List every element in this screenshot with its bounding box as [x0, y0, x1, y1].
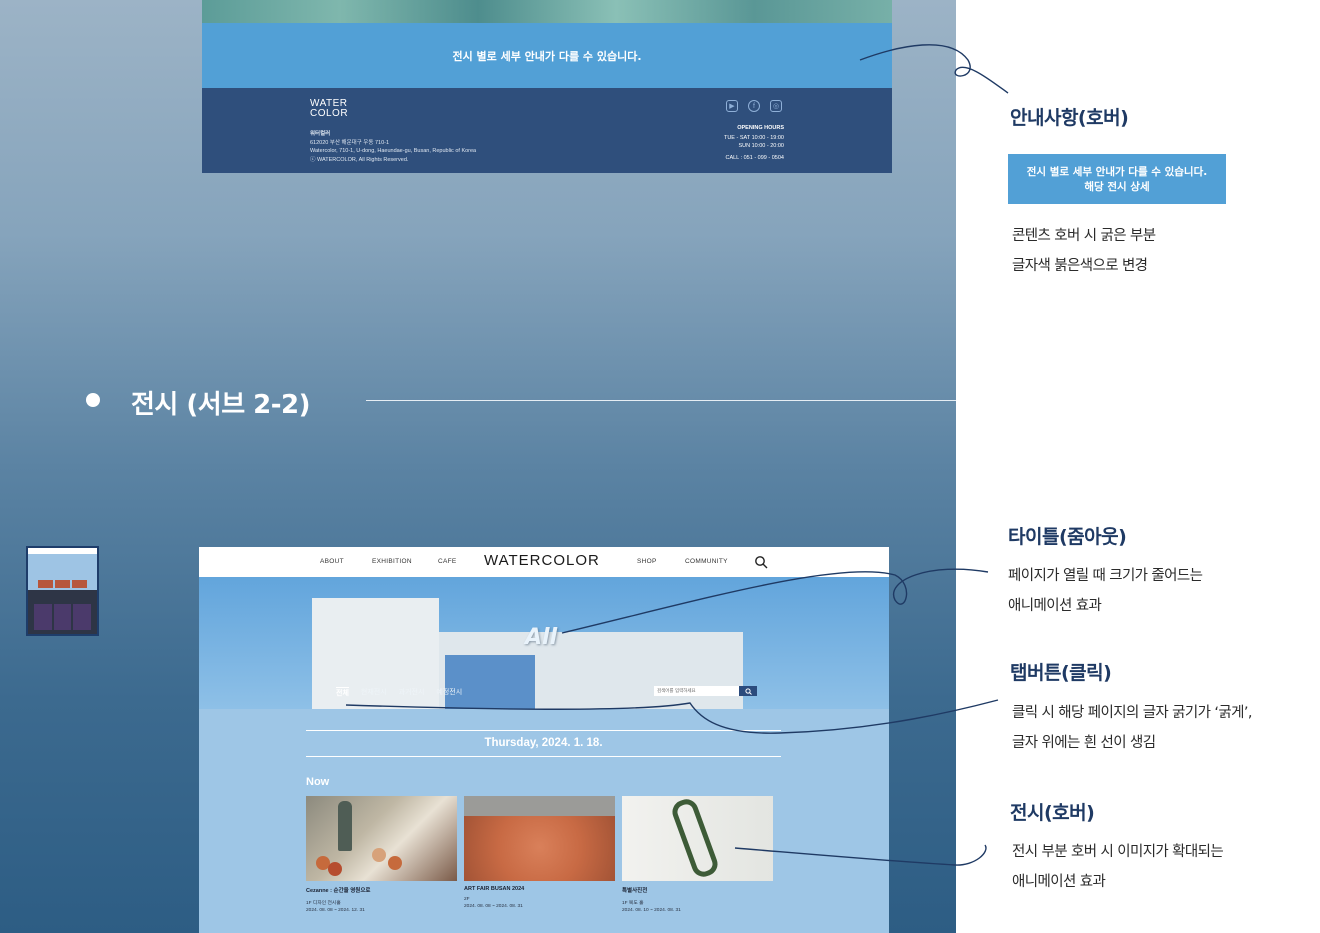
- exhibition-card-location: 2F: [464, 897, 470, 902]
- nav-exhibition[interactable]: EXHIBITION: [372, 558, 412, 565]
- annotation-tab-click-title: 탭버튼(클릭): [1010, 662, 1112, 684]
- footer-logo-line2: COLOR: [310, 108, 349, 119]
- site-nav: ABOUT EXHIBITION CAFE WATERCOLOR SHOP CO…: [199, 547, 889, 577]
- annotation-title-zoom-desc: 페이지가 열릴 때 크기가 줄어드는 애니메이션 효과: [1008, 561, 1203, 621]
- exhibition-card-title: ART FAIR BUSAN 2024: [464, 886, 525, 892]
- search-icon[interactable]: [754, 555, 768, 569]
- notice-hover-demo: 전시 별로 세부 안내가 다를 수 있습니다. 해당 전시 상세: [1008, 154, 1226, 204]
- exhibition-card-image[interactable]: [622, 796, 773, 881]
- exhibition-tabs: 전체 현재전시 과거전시 예정전시: [336, 687, 462, 698]
- annotation-notice-hover-title: 안내사항(호버): [1010, 107, 1129, 129]
- nav-cafe[interactable]: CAFE: [438, 558, 457, 565]
- tab-all[interactable]: 전체: [336, 687, 349, 698]
- notice-hover-desc-line1: 콘텐츠 호버 시 굵은 부분: [1012, 228, 1156, 244]
- hours-weekday: TUE - SAT 10:00 - 19:00: [723, 135, 784, 141]
- footer-call: CALL : 051 - 099 - 0504: [725, 155, 784, 161]
- notice-hover-desc-line2: 글자색 붉은색으로 변경: [1012, 258, 1148, 274]
- now-label: Now: [306, 776, 330, 788]
- nav-community[interactable]: COMMUNITY: [685, 558, 728, 565]
- exhibition-card-dates: 2024. 08. 08 ~ 2024. 08. 31: [464, 904, 523, 909]
- hero-banner: All 전체 현재전시 과거전시 예정전시 검색어를 입력하세요: [199, 577, 889, 709]
- exhibition-card-location: 1F 복도 홀: [622, 901, 644, 906]
- footer-brand-name: 워터컬러: [310, 131, 331, 137]
- hero-title: All: [525, 625, 558, 650]
- exhibition-card-location: 1F 디자인 전시홀: [306, 901, 341, 906]
- nav-shop[interactable]: SHOP: [637, 558, 657, 565]
- right-annotation-panel: [956, 0, 1320, 933]
- annotation-exhibit-hover-title: 전시(호버): [1010, 802, 1095, 824]
- tab-upcoming[interactable]: 예정전시: [436, 687, 462, 698]
- exhibition-card-title: Cezanne : 순간을 영원으로: [306, 888, 371, 894]
- exhibition-search-button[interactable]: [739, 686, 757, 696]
- footer-address-kr: 612020 부산 해운대구 우동 710-1: [310, 139, 390, 146]
- exhibition-card[interactable]: 특별사진전 1F 복도 홀 2024. 08. 10 ~ 2024. 08. 3…: [622, 796, 773, 913]
- title-zoom-desc-line2: 애니메이션 효과: [1008, 598, 1102, 614]
- notice-bar[interactable]: 전시 별로 세부 안내가 다를 수 있습니다.: [202, 23, 892, 88]
- section-divider: [366, 400, 956, 401]
- exhibit-hover-desc-line1: 전시 부분 호버 시 이미지가 확대되는: [1012, 844, 1224, 860]
- notice-text: 전시 별로 세부 안내가 다를 수 있습니다.: [452, 49, 642, 63]
- site-logo[interactable]: WATERCOLOR: [484, 552, 600, 569]
- exhibit-hover-desc-line2: 애니메이션 효과: [1012, 874, 1106, 890]
- site-footer: WATER COLOR 워터컬러 612020 부산 해운대구 우동 710-1…: [202, 88, 892, 173]
- exhibition-page-mockup: ABOUT EXHIBITION CAFE WATERCOLOR SHOP CO…: [199, 547, 889, 933]
- footer-address-en: Watercolor, 710-1, U-dong, Haeundae-gu, …: [310, 148, 477, 154]
- youtube-icon[interactable]: ▶: [726, 100, 738, 112]
- page-thumbnail[interactable]: [26, 546, 99, 636]
- footer-hours: OPENING HOURS TUE - SAT 10:00 - 19:00 SU…: [724, 124, 784, 162]
- title-zoom-desc-line1: 페이지가 열릴 때 크기가 줄어드는: [1008, 568, 1203, 584]
- section-bullet: [86, 393, 100, 407]
- hero-wall-shadow: [445, 655, 535, 709]
- exhibition-card-dates: 2024. 08. 10 ~ 2024. 08. 31: [622, 908, 681, 913]
- exhibition-card-image[interactable]: [306, 796, 457, 881]
- hover-demo-line2: 해당 전시 상세: [1084, 181, 1150, 193]
- annotation-title-zoom-title: 타이틀(줌아웃): [1008, 526, 1127, 548]
- today-date: Thursday, 2024. 1. 18.: [306, 730, 781, 757]
- thumb-cards: [28, 578, 97, 590]
- exhibition-card[interactable]: Cezanne : 순간을 영원으로 1F 디자인 전시홀 2024. 08. …: [306, 796, 457, 913]
- annotation-exhibit-hover-desc: 전시 부분 호버 시 이미지가 확대되는 애니메이션 효과: [1012, 837, 1224, 897]
- tab-click-desc-line1: 클릭 시 해당 페이지의 글자 굵기가 ‘굵게’,: [1012, 705, 1253, 721]
- tab-past[interactable]: 과거전시: [399, 687, 425, 698]
- section-title: 전시 (서브 2-2): [131, 390, 311, 420]
- annotation-tab-click-desc: 클릭 시 해당 페이지의 글자 굵기가 ‘굵게’, 글자 위에는 흰 선이 생김: [1012, 698, 1253, 758]
- footer-social-icons: ▶ f ◎: [726, 100, 782, 112]
- instagram-icon[interactable]: ◎: [770, 100, 782, 112]
- exhibition-card-dates: 2024. 08. 08 ~ 2024. 12. 31: [306, 908, 365, 913]
- footer-copyright: ⓒ WATERCOLOR, All Rights Reserved.: [310, 156, 409, 163]
- footer-mockup: 전시 별로 세부 안내가 다를 수 있습니다. WATER COLOR 워터컬러…: [202, 0, 892, 173]
- thumb-footer: [28, 590, 97, 634]
- nav-about[interactable]: ABOUT: [320, 558, 344, 565]
- tab-click-desc-line2: 글자 위에는 흰 선이 생김: [1012, 735, 1156, 751]
- footer-logo[interactable]: WATER COLOR: [310, 99, 348, 119]
- footer-info: 워터컬러 612020 부산 해운대구 우동 710-1 Watercolor,…: [310, 130, 476, 164]
- exhibition-search-input[interactable]: 검색어를 입력하세요: [654, 686, 739, 696]
- hours-sunday: SUN 10:00 - 20:00: [738, 143, 784, 149]
- water-image-strip: [202, 0, 892, 23]
- thumb-header: [28, 548, 97, 578]
- tab-current[interactable]: 현재전시: [361, 687, 387, 698]
- exhibition-card-title: 특별사진전: [622, 888, 648, 894]
- exhibition-cards: Cezanne : 순간을 영원으로 1F 디자인 전시홀 2024. 08. …: [306, 796, 773, 913]
- hours-title: OPENING HOURS: [737, 125, 784, 131]
- exhibition-card[interactable]: ART FAIR BUSAN 2024 2F 2024. 08. 08 ~ 20…: [464, 796, 615, 913]
- hover-demo-line1: 전시 별로 세부 안내가 다를 수 있습니다.: [1026, 166, 1208, 178]
- annotation-notice-hover-desc: 콘텐츠 호버 시 굵은 부분 글자색 붉은색으로 변경: [1012, 221, 1156, 281]
- search-button-icon: [744, 687, 752, 695]
- exhibition-card-image[interactable]: [464, 796, 615, 881]
- facebook-icon[interactable]: f: [748, 100, 760, 112]
